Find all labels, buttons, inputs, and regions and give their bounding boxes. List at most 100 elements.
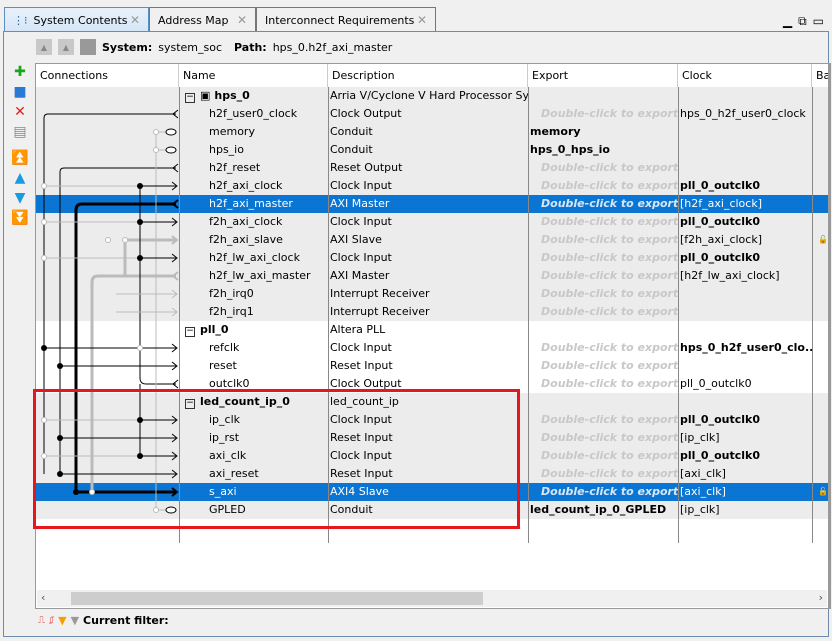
- description: AXI Master: [330, 269, 390, 282]
- clock-value[interactable]: hps_0_h2f_user0_clo...: [678, 339, 812, 357]
- filter-icon[interactable]: ▼: [58, 614, 66, 627]
- clock-value[interactable]: [ip_clk]: [678, 429, 812, 447]
- clock-value[interactable]: pll_0_outclk0: [678, 375, 812, 393]
- side-toolbar: ✚ ■ ✕ ▤ ⏫ ▲ ▼ ⏬: [10, 64, 30, 226]
- export-placeholder[interactable]: Double-click to export: [528, 195, 678, 213]
- export-placeholder[interactable]: Double-click to export: [528, 105, 678, 123]
- column-header-name[interactable]: Name: [179, 64, 328, 87]
- interface-name: h2f_lw_axi_master: [209, 269, 311, 282]
- clock-value[interactable]: [h2f_lw_axi_clock]: [678, 267, 812, 285]
- move-top-icon[interactable]: ▲: [36, 39, 52, 55]
- clock-value[interactable]: pll_0_outclk0: [678, 447, 812, 465]
- lock-icon[interactable]: 🔓: [816, 231, 828, 249]
- open-connection-dot: [41, 219, 47, 225]
- horizontal-scrollbar[interactable]: ‹ ›: [37, 590, 827, 607]
- export-name[interactable]: hps_0_hps_io: [528, 141, 678, 159]
- export-name[interactable]: memory: [528, 123, 678, 141]
- interface-name: f2h_irq0: [209, 287, 254, 300]
- open-connection-dot: [41, 255, 47, 261]
- column-header-description[interactable]: Description: [328, 64, 528, 87]
- export-placeholder[interactable]: Double-click to export: [528, 465, 678, 483]
- close-icon[interactable]: ✕: [130, 13, 140, 27]
- tab-interconnect-requirements[interactable]: Interconnect Requirements ✕: [256, 7, 436, 32]
- export-placeholder[interactable]: Double-click to export: [528, 357, 678, 375]
- export-name[interactable]: led_count_ip_0_GPLED: [528, 501, 678, 519]
- export-placeholder[interactable]: Double-click to export: [528, 213, 678, 231]
- export-placeholder[interactable]: Double-click to export: [528, 483, 678, 501]
- clock-value[interactable]: pll_0_outclk0: [678, 411, 812, 429]
- scroll-right-icon[interactable]: ›: [819, 591, 823, 604]
- export-placeholder[interactable]: Double-click to export: [528, 177, 678, 195]
- collapse-icon[interactable]: −: [185, 93, 195, 103]
- clock-value[interactable]: [axi_clk]: [678, 483, 812, 501]
- minimize-icon[interactable]: ▁: [783, 14, 792, 29]
- clock-value[interactable]: [f2h_axi_clock]: [678, 231, 812, 249]
- column-header-export[interactable]: Export: [528, 64, 678, 87]
- export-placeholder[interactable]: Double-click to export: [528, 411, 678, 429]
- move-up-icon[interactable]: ▲: [58, 39, 74, 55]
- close-icon[interactable]: ✕: [237, 13, 247, 27]
- export-placeholder[interactable]: Double-click to export: [528, 339, 678, 357]
- clock-value[interactable]: pll_0_outclk0: [678, 249, 812, 267]
- export-placeholder[interactable]: Double-click to export: [528, 285, 678, 303]
- export-placeholder[interactable]: Double-click to export: [528, 429, 678, 447]
- open-connection-dot: [153, 129, 159, 135]
- move-bottom-icon[interactable]: ⏬: [11, 210, 28, 226]
- vertical-scrollbar[interactable]: [829, 63, 831, 609]
- move-down-icon[interactable]: ▼: [15, 190, 26, 206]
- export-placeholder[interactable]: Double-click to export: [528, 231, 678, 249]
- interface-name: f2h_irq1: [209, 305, 254, 318]
- table-header: Connections Name Description Export Cloc…: [36, 64, 828, 88]
- scrollbar-thumb[interactable]: [71, 592, 483, 605]
- move-up-icon[interactable]: ▲: [15, 170, 26, 186]
- export-placeholder[interactable]: Double-click to export: [528, 267, 678, 285]
- column-header-clock[interactable]: Clock: [678, 64, 812, 87]
- description: Clock Input: [330, 251, 392, 264]
- column-divider: [678, 87, 679, 543]
- close-icon[interactable]: ✕: [417, 13, 427, 27]
- description: Reset Output: [330, 161, 403, 174]
- maximize-icon[interactable]: ▭: [813, 14, 824, 29]
- scroll-left-icon[interactable]: ‹: [41, 591, 45, 604]
- clear-filter-icon[interactable]: ▼: [71, 614, 79, 627]
- export-placeholder[interactable]: Double-click to export: [528, 447, 678, 465]
- interface-name: hps_io: [209, 143, 244, 156]
- column-header-base[interactable]: Ba: [812, 64, 828, 87]
- clock-value[interactable]: [ip_clk]: [678, 501, 812, 519]
- current-filter-label: Current filter:: [83, 614, 169, 627]
- tab-label: System Contents: [33, 13, 128, 27]
- clock-value[interactable]: pll_0_outclk0: [678, 213, 812, 231]
- interface-name: refclk: [209, 341, 240, 354]
- reset-filter-icon[interactable]: ⎎: [49, 615, 54, 626]
- tab-address-map[interactable]: Address Map ✕: [149, 7, 256, 32]
- remove-icon[interactable]: ✕: [14, 104, 26, 120]
- export-placeholder[interactable]: Double-click to export: [528, 375, 678, 393]
- detach-icon[interactable]: ⧉: [798, 14, 807, 29]
- hierarchy-icon[interactable]: [80, 39, 96, 55]
- add-component-icon[interactable]: ■: [13, 84, 26, 100]
- open-connection-dot: [137, 345, 143, 351]
- clock-value[interactable]: hps_0_h2f_user0_clock: [678, 105, 812, 123]
- description: Reset Input: [330, 359, 393, 372]
- edit-icon[interactable]: ▤: [13, 124, 26, 140]
- component-name: pll_0: [200, 323, 229, 336]
- collapse-icon[interactable]: −: [185, 327, 195, 337]
- tab-system-contents[interactable]: ⋮⁝ System Contents ✕: [4, 7, 149, 32]
- path-label: Path:: [234, 40, 267, 54]
- export-placeholder[interactable]: Double-click to export: [528, 249, 678, 267]
- add-icon[interactable]: ✚: [14, 64, 26, 80]
- processor-icon: ▣: [200, 89, 211, 102]
- column-header-connections[interactable]: Connections: [36, 64, 179, 87]
- move-top-icon[interactable]: ⏫: [11, 150, 28, 166]
- export-placeholder[interactable]: Double-click to export: [528, 303, 678, 321]
- interface-name: h2f_reset: [209, 161, 261, 174]
- clock-value[interactable]: [h2f_axi_clock]: [678, 195, 812, 213]
- system-contents-icon: ⋮⁝: [13, 13, 28, 27]
- clock-value[interactable]: [axi_clk]: [678, 465, 812, 483]
- clock-value[interactable]: pll_0_outclk0: [678, 177, 812, 195]
- lock-icon[interactable]: 🔓: [816, 483, 828, 501]
- export-placeholder[interactable]: Double-click to export: [528, 159, 678, 177]
- clock-filter-icon[interactable]: ⎍: [38, 615, 45, 626]
- description: Clock Output: [330, 107, 402, 120]
- description: Interrupt Receiver: [330, 305, 430, 318]
